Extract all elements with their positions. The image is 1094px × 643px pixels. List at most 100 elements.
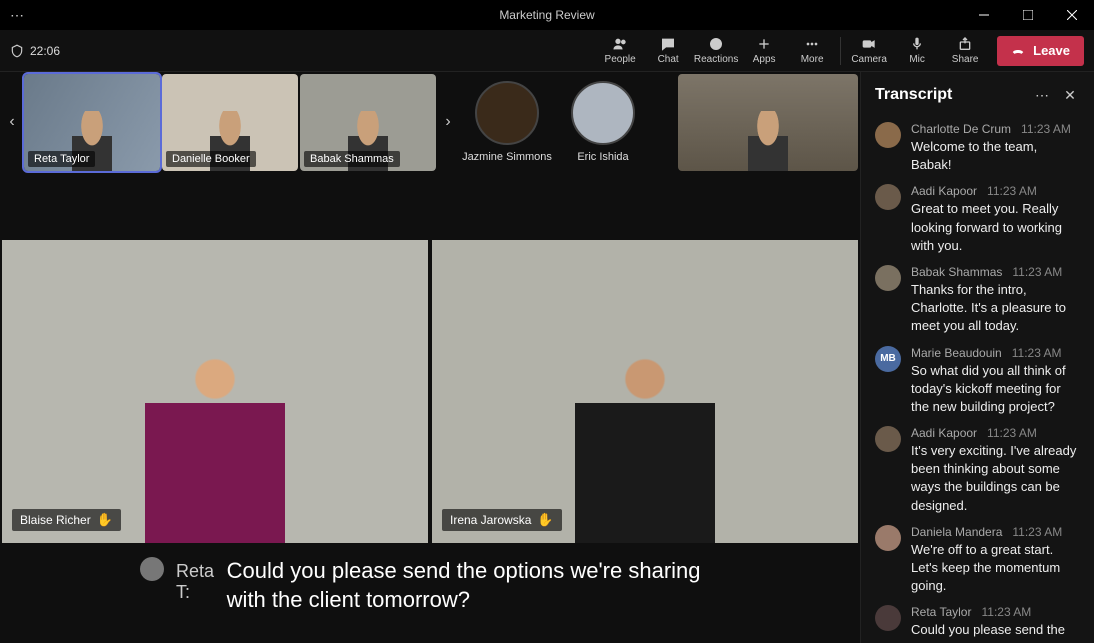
transcript-speaker: Reta Taylor (911, 605, 971, 619)
transcript-text: Could you please send the options we're … (911, 621, 1080, 643)
participant-name-label: Eric Ishida (577, 151, 628, 163)
people-icon (612, 36, 628, 52)
apps-icon (756, 36, 772, 52)
close-button[interactable] (1050, 0, 1094, 30)
toolbar-divider (840, 37, 841, 65)
roster-avatar[interactable]: Eric Ishida (556, 81, 650, 163)
transcript-speaker: Daniela Mandera (911, 525, 1002, 539)
participant-video (743, 111, 793, 171)
avatar-icon (875, 426, 901, 452)
panel-title: Transcript (875, 86, 1024, 104)
raised-hand-icon: ✋ (97, 512, 113, 528)
mic-icon (909, 36, 925, 52)
camera-icon (861, 36, 877, 52)
transcript-entry: Charlotte De Crum 11:23 AM Welcome to the … (875, 122, 1080, 174)
participant-video (555, 343, 735, 543)
roster-tile[interactable] (678, 74, 858, 171)
reactions-button[interactable]: Reactions (692, 30, 740, 72)
participant-name-label: Reta Taylor (28, 151, 95, 167)
live-caption: Reta T: Could you please send the option… (0, 543, 860, 643)
transcript-entry: Aadi Kapoor 11:23 AM Great to meet you. Re… (875, 184, 1080, 255)
transcript-entry: Daniela Mandera 11:23 AM We're off to a gr… (875, 525, 1080, 596)
participant-name-label: Irena Jarowska ✋ (442, 509, 562, 531)
participant-name-label: Jazmine Simmons (462, 151, 552, 163)
titlebar-menu-dots[interactable]: ⋯ (10, 7, 25, 24)
transcript-entry: Reta Taylor 11:23 AM Could you please send… (875, 605, 1080, 643)
transcript-time: 11:23 AM (981, 605, 1031, 619)
participant-name-label: Babak Shammas (304, 151, 400, 167)
caption-avatar (140, 557, 164, 581)
chat-button[interactable]: Chat (644, 30, 692, 72)
roster-tile[interactable]: Reta Taylor (24, 74, 160, 171)
hangup-icon (1011, 44, 1025, 58)
window-controls (962, 0, 1094, 30)
transcript-entry: Aadi Kapoor 11:23 AM It's very exciting. I… (875, 426, 1080, 515)
transcript-text: Thanks for the intro, Charlotte. It's a … (911, 281, 1080, 336)
transcript-text: So what did you all think of today's kic… (911, 362, 1080, 417)
share-button[interactable]: Share (941, 30, 989, 72)
reactions-icon (708, 36, 724, 52)
duration-label: 22:06 (30, 44, 60, 58)
leave-button[interactable]: Leave (997, 36, 1084, 66)
main-video-tile[interactable]: Blaise Richer ✋ (2, 240, 428, 543)
transcript-time: 11:23 AM (1021, 122, 1071, 136)
raised-hand-icon: ✋ (537, 512, 553, 528)
transcript-text: Great to meet you. Really looking forwar… (911, 200, 1080, 255)
roster-prev-button[interactable]: ‹ (2, 72, 22, 172)
roster-next-button[interactable]: › (438, 72, 458, 172)
transcript-panel: Transcript ⋯ ✕ Charlotte De Crum 11:23 AM… (860, 72, 1094, 643)
transcript-time: 11:23 AM (1012, 346, 1062, 360)
avatar-icon (875, 525, 901, 551)
minimize-button[interactable] (962, 0, 1006, 30)
avatar-icon (875, 605, 901, 631)
more-button[interactable]: More (788, 30, 836, 72)
avatar-icon (875, 122, 901, 148)
shield-icon (10, 44, 24, 58)
meeting-toolbar: 22:06 People Chat Reactions Apps More Ca… (0, 30, 1094, 72)
transcript-speaker: Aadi Kapoor (911, 184, 977, 198)
transcript-speaker: Marie Beaudouin (911, 346, 1002, 360)
titlebar: ⋯ Marketing Review (0, 0, 1094, 30)
apps-button[interactable]: Apps (740, 30, 788, 72)
transcript-entry: Babak Shammas 11:23 AM Thanks for the intr… (875, 265, 1080, 336)
meeting-duration: 22:06 (10, 44, 60, 58)
panel-close-button[interactable]: ✕ (1060, 87, 1080, 104)
transcript-text: It's very exciting. I've already been th… (911, 442, 1080, 515)
panel-more-button[interactable]: ⋯ (1032, 87, 1052, 104)
share-icon (957, 36, 973, 52)
people-button[interactable]: People (596, 30, 644, 72)
avatar-icon (875, 184, 901, 210)
roster-avatar[interactable]: Jazmine Simmons (460, 81, 554, 163)
maximize-button[interactable] (1006, 0, 1050, 30)
transcript-speaker: Charlotte De Crum (911, 122, 1011, 136)
transcript-text: Welcome to the team, Babak! (911, 138, 1080, 174)
participant-name-label: Blaise Richer ✋ (12, 509, 121, 531)
participant-name-label: Danielle Booker (166, 151, 256, 167)
main-video-tile[interactable]: Irena Jarowska ✋ (432, 240, 858, 543)
roster-tile[interactable]: Danielle Booker (162, 74, 298, 171)
main-video-grid: Blaise Richer ✋ Irena Jarowska ✋ (0, 172, 860, 543)
mic-button[interactable]: Mic (893, 30, 941, 72)
caption-text: Could you please send the options we're … (227, 557, 720, 614)
camera-button[interactable]: Camera (845, 30, 893, 72)
avatar-icon (571, 81, 635, 145)
roster-tile[interactable]: Babak Shammas (300, 74, 436, 171)
transcript-time: 11:23 AM (987, 426, 1037, 440)
transcript-text: We're off to a great start. Let's keep t… (911, 541, 1080, 596)
transcript-time: 11:23 AM (987, 184, 1037, 198)
window-title: Marketing Review (499, 8, 594, 22)
transcript-entry: MB Marie Beaudouin 11:23 AM So what did you… (875, 346, 1080, 417)
transcript-speaker: Aadi Kapoor (911, 426, 977, 440)
transcript-time: 11:23 AM (1012, 525, 1062, 539)
caption-speaker: Reta T: (176, 561, 215, 603)
avatar-icon: MB (875, 346, 901, 372)
transcript-speaker: Babak Shammas (911, 265, 1002, 279)
transcript-time: 11:23 AM (1012, 265, 1062, 279)
avatar-icon (475, 81, 539, 145)
participant-video (125, 343, 305, 543)
participant-roster: ‹ Reta Taylor Danielle Booker Babak Sham… (0, 72, 860, 172)
transcript-body[interactable]: Charlotte De Crum 11:23 AM Welcome to the … (861, 118, 1094, 643)
more-icon (804, 36, 820, 52)
avatar-icon (875, 265, 901, 291)
transcript-header: Transcript ⋯ ✕ (861, 72, 1094, 118)
